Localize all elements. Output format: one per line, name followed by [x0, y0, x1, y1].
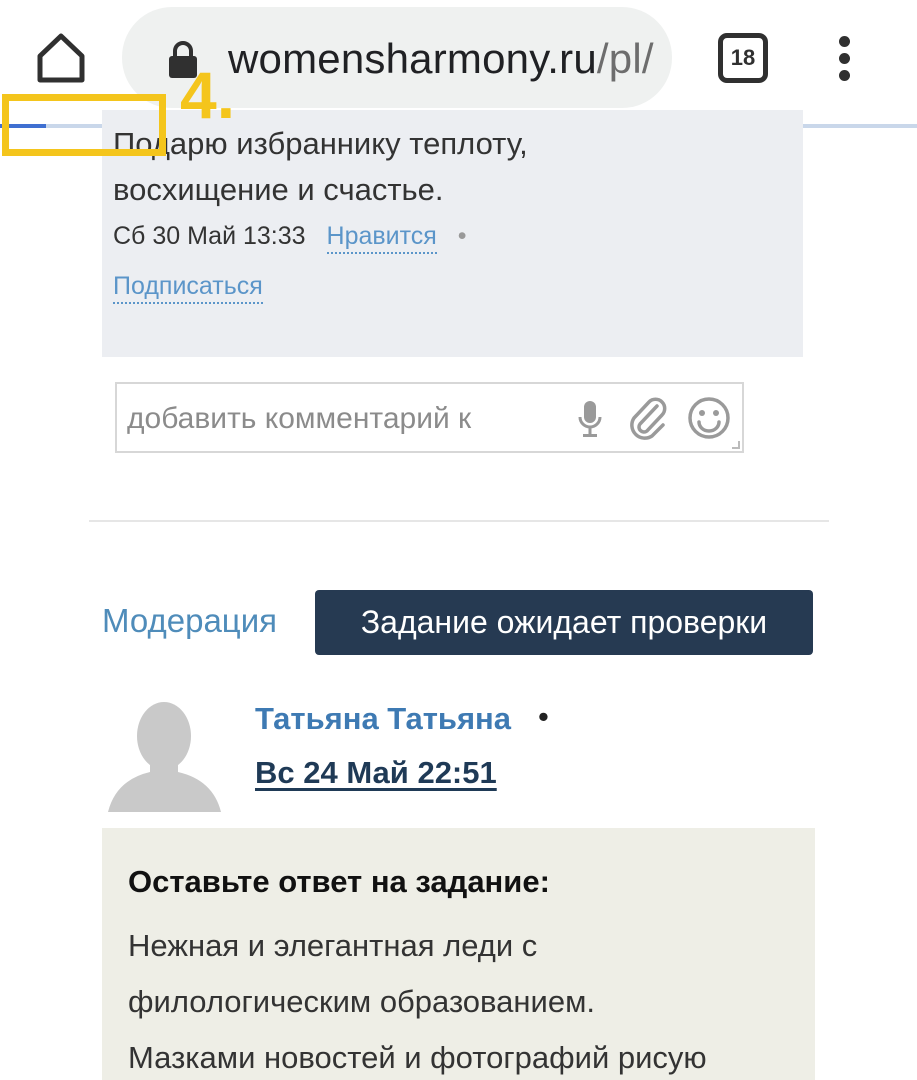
more-vert-icon[interactable] [830, 36, 860, 82]
subscribe-link-wrap: Подписаться [113, 272, 263, 304]
answer-text-line: филологическим образованием. [128, 984, 596, 1019]
url-path: /pl/ [596, 35, 654, 82]
comment-input[interactable] [127, 394, 567, 444]
answer-card: Оставьте ответ на задание: Нежная и элег… [102, 828, 815, 1080]
annotation-highlight-box [2, 94, 166, 156]
answer-title: Оставьте ответ на задание: [128, 864, 550, 899]
meta-bullet: • [457, 222, 467, 250]
smiley-icon[interactable] [687, 396, 731, 440]
resize-handle[interactable] [732, 441, 740, 449]
home-icon [37, 33, 85, 83]
comment-card: Подарю избраннику теплоту, восхищение и … [102, 110, 803, 357]
task-status-button[interactable]: Задание ожидает проверки [315, 590, 813, 655]
home-button[interactable] [30, 30, 92, 86]
url-text: womensharmony.ru/pl/ [228, 35, 654, 83]
author-name[interactable]: Татьяна Татьяна [255, 701, 511, 737]
comment-text-line: восхищение и счастье. [113, 172, 444, 207]
comment-input-box [115, 382, 744, 453]
comment-meta: Сб 30 Май 13:33 Нравится • [113, 222, 467, 254]
post-date-link[interactable]: Вс 24 Май 22:51 [255, 755, 497, 791]
tab-switcher-button[interactable]: 18 [718, 33, 768, 83]
paperclip-icon[interactable] [627, 396, 669, 440]
avatar-placeholder [108, 702, 221, 812]
comment-text-line: Подарю избраннику теплоту, [113, 126, 528, 161]
like-link[interactable]: Нравится [326, 222, 437, 254]
section-divider [89, 520, 829, 522]
answer-text-line: Мазками новостей и фотографий рисую [128, 1040, 707, 1075]
answer-text-line: Нежная и элегантная леди с [128, 928, 538, 963]
url-domain: womensharmony.ru [228, 35, 597, 82]
author-bullet: • [538, 699, 549, 734]
subscribe-link[interactable]: Подписаться [113, 272, 263, 304]
comment-timestamp: Сб 30 Май 13:33 [113, 222, 306, 250]
tab-count: 18 [730, 45, 756, 70]
annotation-label: 4. [180, 58, 236, 132]
moderation-link[interactable]: Модерация [102, 602, 277, 640]
mic-icon[interactable] [577, 399, 603, 439]
